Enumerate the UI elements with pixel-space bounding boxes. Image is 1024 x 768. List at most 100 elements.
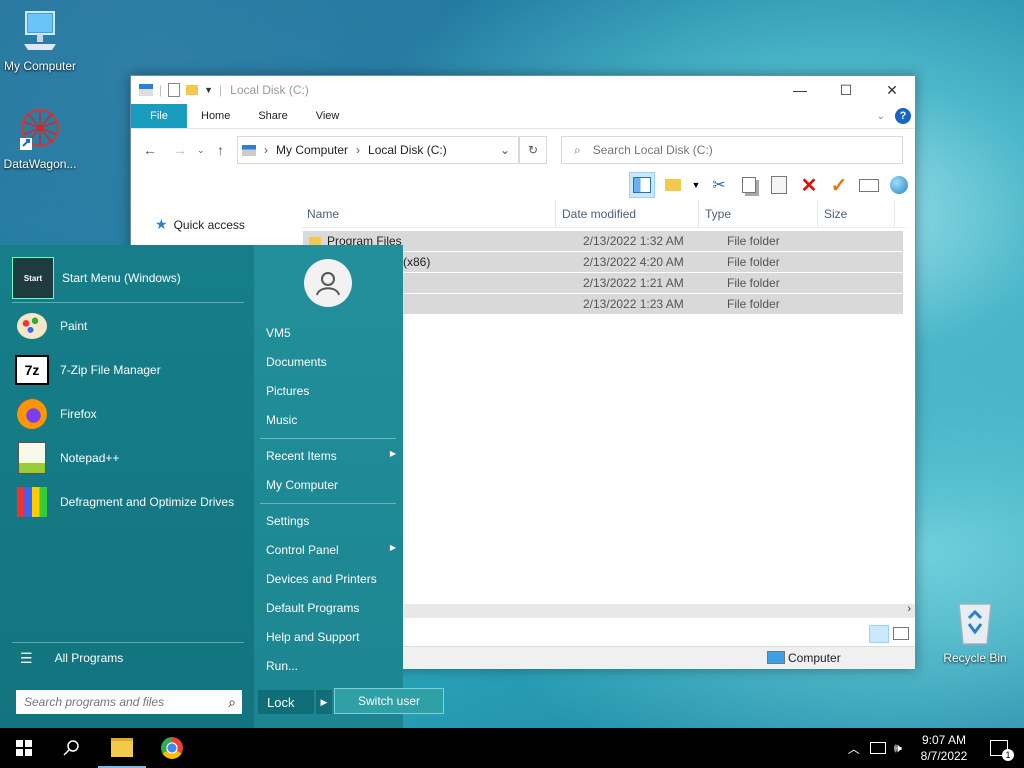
start-item-start-menu-windows[interactable]: Start Start Menu (Windows) bbox=[12, 257, 242, 299]
column-date[interactable]: Date modified bbox=[556, 201, 699, 227]
clock[interactable]: 9:07 AM 8/7/2022 bbox=[912, 732, 976, 764]
start-search-input[interactable] bbox=[22, 694, 216, 710]
start-search-box[interactable]: ⌕ bbox=[16, 690, 242, 714]
rename-icon[interactable] bbox=[857, 173, 881, 197]
up-button[interactable]: ↑ bbox=[217, 142, 224, 158]
paste-icon[interactable] bbox=[767, 173, 791, 197]
network-icon[interactable] bbox=[869, 742, 886, 754]
cut-icon[interactable]: ✂ bbox=[707, 173, 731, 197]
desktop-icon-recycle-bin[interactable]: Recycle Bin bbox=[935, 600, 1015, 665]
firefox-icon bbox=[12, 394, 52, 434]
recycle-bin-icon bbox=[958, 603, 992, 645]
nav-item-label: Quick access bbox=[173, 217, 245, 232]
file-date: 2/13/2022 4:20 AM bbox=[583, 255, 684, 269]
column-size[interactable]: Size bbox=[818, 201, 895, 227]
clock-date: 8/7/2022 bbox=[920, 749, 968, 763]
start-link-documents[interactable]: Documents bbox=[266, 355, 396, 369]
title-bar[interactable]: | ▼ | Local Disk (C:) — ☐ ✕ bbox=[131, 76, 915, 104]
file-name: (x86) bbox=[403, 255, 431, 269]
start-link-devices-printers[interactable]: Devices and Printers bbox=[266, 572, 396, 586]
breadcrumb-item[interactable]: My Computer bbox=[276, 143, 348, 157]
column-type[interactable]: Type bbox=[699, 201, 818, 227]
taskbar-search-button[interactable] bbox=[48, 728, 96, 768]
start-item-firefox[interactable]: Firefox bbox=[12, 394, 242, 434]
notepadpp-icon bbox=[12, 438, 52, 478]
properties-icon[interactable] bbox=[168, 83, 181, 97]
search-input[interactable] bbox=[590, 142, 875, 158]
delete-icon[interactable]: ✕ bbox=[797, 173, 821, 197]
start-link-settings[interactable]: Settings bbox=[266, 514, 396, 528]
nav-quick-access[interactable]: ★ Quick access bbox=[155, 216, 245, 233]
system-tray: ︿ 🕪 9:07 AM 8/7/2022 1 bbox=[848, 728, 1024, 768]
desktop-icon-datawagon[interactable]: DataWagon... bbox=[0, 108, 80, 171]
star-icon: ★ bbox=[155, 216, 168, 232]
address-bar[interactable]: › My Computer › Local Disk (C:) ⌄ bbox=[237, 136, 519, 164]
start-item-paint[interactable]: Paint bbox=[12, 306, 242, 346]
chevron-up-icon[interactable]: ︿ bbox=[848, 740, 860, 757]
view-toggle-bar bbox=[401, 622, 915, 646]
divider bbox=[260, 503, 396, 504]
taskbar-chrome[interactable] bbox=[148, 728, 196, 768]
horizontal-scrollbar[interactable]: › bbox=[401, 603, 915, 618]
desktop-icon-my-computer[interactable]: My Computer bbox=[0, 10, 80, 73]
folder-icon bbox=[111, 737, 133, 757]
start-button[interactable] bbox=[0, 728, 48, 768]
taskbar-file-explorer[interactable] bbox=[98, 728, 146, 768]
chevron-down-icon[interactable]: ⌄ bbox=[877, 111, 885, 122]
start-link-control-panel[interactable]: Control Panel ▶ bbox=[266, 543, 396, 557]
recent-locations-icon[interactable]: ⌄ bbox=[197, 145, 205, 156]
maximize-button[interactable]: ☐ bbox=[823, 76, 869, 104]
new-folder-icon[interactable] bbox=[186, 85, 199, 95]
start-item-notepadpp[interactable]: Notepad++ bbox=[12, 438, 242, 478]
avatar[interactable] bbox=[304, 259, 352, 307]
forward-button[interactable]: → bbox=[173, 142, 187, 158]
power-options-arrow[interactable]: ▶ bbox=[316, 690, 332, 714]
defrag-icon bbox=[12, 482, 52, 522]
start-link-user[interactable]: VM5 bbox=[266, 326, 396, 340]
search-icon[interactable]: ⌕ bbox=[228, 694, 236, 711]
checkmark-icon[interactable]: ✓ bbox=[827, 173, 851, 197]
globe-icon[interactable] bbox=[887, 173, 911, 197]
start-link-help-support[interactable]: Help and Support bbox=[266, 630, 396, 644]
chevron-down-icon[interactable]: ⌄ bbox=[500, 143, 510, 157]
preview-pane-icon[interactable] bbox=[629, 172, 655, 198]
all-programs-button[interactable]: ☰ All Programs bbox=[20, 650, 250, 667]
toolbar: ▼ ✂ ✕ ✓ bbox=[629, 172, 911, 198]
volume-icon[interactable]: 🕪 bbox=[894, 740, 902, 756]
tab-home[interactable]: Home bbox=[187, 104, 244, 128]
minimize-button[interactable]: — bbox=[777, 76, 823, 104]
switch-user-button[interactable]: Switch user bbox=[334, 688, 444, 714]
start-menu-icon: Start bbox=[12, 257, 54, 299]
tab-view[interactable]: View bbox=[302, 104, 354, 128]
tab-file[interactable]: File bbox=[131, 104, 187, 128]
chevron-right-icon: ▶ bbox=[389, 543, 396, 552]
chevron-down-icon[interactable]: ▼ bbox=[691, 173, 701, 197]
column-name[interactable]: Name bbox=[301, 201, 556, 227]
new-folder-icon[interactable] bbox=[661, 173, 685, 197]
details-view-icon[interactable] bbox=[869, 625, 889, 643]
close-button[interactable]: ✕ bbox=[869, 76, 915, 104]
start-link-music[interactable]: Music bbox=[266, 413, 396, 427]
chevron-down-icon[interactable]: ▼ bbox=[204, 85, 213, 95]
start-link-run[interactable]: Run... bbox=[266, 659, 396, 673]
clock-time: 9:07 AM bbox=[921, 733, 967, 747]
start-item-label: Firefox bbox=[60, 406, 97, 421]
breadcrumb-item[interactable]: Local Disk (C:) bbox=[368, 143, 447, 157]
help-icon[interactable]: ? bbox=[895, 108, 911, 124]
refresh-button[interactable]: ↻ bbox=[519, 136, 547, 164]
chevron-right-icon[interactable]: › bbox=[907, 603, 911, 615]
tab-share[interactable]: Share bbox=[244, 104, 301, 128]
start-link-default-programs[interactable]: Default Programs bbox=[266, 601, 396, 615]
start-link-pictures[interactable]: Pictures bbox=[266, 384, 396, 398]
file-date: 2/13/2022 1:23 AM bbox=[583, 297, 684, 311]
start-link-recent-items[interactable]: Recent Items ▶ bbox=[266, 449, 396, 463]
start-link-my-computer[interactable]: My Computer bbox=[266, 478, 396, 492]
search-box[interactable]: ⌕ bbox=[561, 136, 903, 164]
start-item-defrag[interactable]: Defragment and Optimize Drives bbox=[12, 482, 242, 522]
back-button[interactable]: ← bbox=[143, 142, 157, 158]
large-icons-view-icon[interactable] bbox=[893, 627, 909, 640]
lock-button[interactable]: Lock bbox=[258, 690, 314, 714]
copy-icon[interactable] bbox=[737, 173, 761, 197]
notification-icon[interactable]: 1 bbox=[990, 740, 1014, 761]
start-item-7zip[interactable]: 7z 7-Zip File Manager bbox=[12, 350, 242, 390]
